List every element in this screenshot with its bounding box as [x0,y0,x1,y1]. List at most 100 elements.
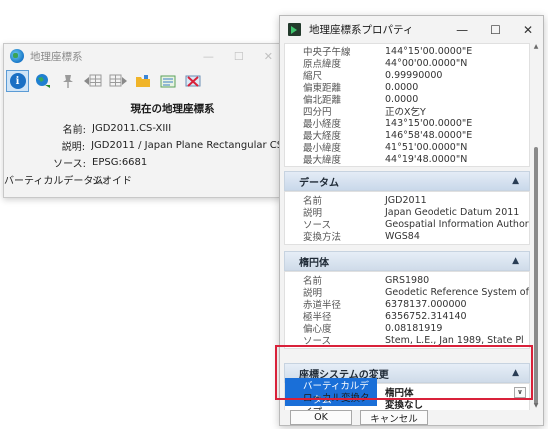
property-row[interactable]: 最大緯度 44°19'48.0000"N [285,153,529,166]
section-title: 楕円体 [299,257,329,269]
property-label: 説明 [303,208,323,218]
close-button[interactable]: ✕ [523,23,533,37]
vertical-scrollbar[interactable]: ▲ ▼ [532,43,540,410]
field-row-description: 説明: JGD2011 / Japan Plane Rectangular CS [4,137,281,154]
property-row[interactable]: 最小経度 143°15'00.0000"E [285,117,529,130]
property-label: ソース [303,336,332,346]
property-row[interactable]: 中央子午線 144°15'00.0000"E [285,45,529,58]
pin-button[interactable] [56,70,79,92]
property-value: WGS84 [385,230,420,242]
grid-right-button[interactable] [106,70,129,92]
grid-left-button[interactable] [81,70,104,92]
open-folder-icon [135,75,150,87]
property-row[interactable]: 説明 Geodetic Reference System of [285,286,529,299]
property-row[interactable]: 偏東距離 0.0000 [285,81,529,94]
property-row[interactable]: 偏心度 0.08181919 [285,322,529,335]
chevron-down-icon[interactable]: ∨ [514,386,526,398]
properties-panel: 中央子午線 144°15'00.0000"E 原点緯度 44°00'00.0000"… [284,43,530,410]
property-row[interactable]: 極半径 6356752.314140 [285,310,529,323]
right-window-titlebar[interactable]: 地理座標系プロパティ — ☐ ✕ [280,16,543,43]
property-row[interactable]: 説明 Japan Geodetic Datum 2011 [285,206,529,219]
property-label: 偏北距離 [303,95,342,105]
pin-icon [62,75,73,88]
app-icon [288,23,301,36]
close-button[interactable]: ✕ [264,50,273,63]
collapse-caret-icon[interactable]: ▲ [512,176,519,186]
list-button[interactable] [156,70,179,92]
property-value: 0.0000 [385,81,419,93]
property-row[interactable]: 偏北距離 0.0000 [285,93,529,106]
property-value: Geodetic Reference System of [385,286,529,298]
property-row[interactable]: 赤道半径 6378137.000000 [285,298,529,311]
property-row[interactable]: ソース Stem, L.E., Jan 1989, State Pl [285,334,529,347]
cancel-button[interactable]: キャンセル [360,410,428,425]
property-label: 最小経度 [303,119,342,129]
property-value: Geospatial Information Author [385,218,529,230]
property-value: 143°15'00.0000"E [385,117,473,129]
property-value: JGD2011 [385,194,427,206]
property-value: 0.0000 [385,93,419,105]
ok-button[interactable]: OK [290,410,352,425]
minimize-button[interactable]: — [203,50,214,63]
field-row-source: ソース: EPSG:6681 [4,154,281,171]
property-value: Stem, L.E., Jan 1989, State Pl [385,334,524,346]
property-label: 中央子午線 [303,47,351,57]
property-row[interactable]: 最小緯度 41°51'00.0000"N [285,141,529,154]
section-title: データム [299,177,339,189]
property-label: 変換方法 [303,232,342,242]
property-label: ローカル変換タイプ [303,393,370,410]
globe-refresh-icon [35,74,50,88]
property-row[interactable]: 縮尺 0.99990000 [285,69,529,82]
scroll-down-icon[interactable]: ▼ [532,402,540,410]
left-toolbar: i [4,68,281,94]
left-window-titlebar[interactable]: 地理座標系 — ☐ ✕ [4,44,281,68]
property-value: 144°15'00.0000"E [385,45,473,57]
datum-properties: 名前 JGD2011 説明 Japan Geodetic Datum 2011 ソー… [284,191,530,245]
field-value: JGD2011.CS-XIII [92,123,172,134]
property-row[interactable]: 最大経度 146°58'48.0000"E [285,129,529,142]
property-label: 四分円 [303,107,332,117]
globe-refresh-button[interactable] [31,70,54,92]
open-folder-button[interactable] [131,70,154,92]
property-row[interactable]: 四分円 正のX乞Y [285,105,529,117]
property-label: ソース [303,220,332,230]
info-button[interactable]: i [6,70,29,92]
property-label: 最小緯度 [303,143,342,153]
property-label: 原点緯度 [303,59,342,69]
property-row[interactable]: 原点緯度 44°00'00.0000"N [285,57,529,70]
maximize-button[interactable]: ☐ [234,50,244,63]
property-label: 最大緯度 [303,155,342,165]
property-row[interactable]: 名前 GRS1980 [285,274,529,287]
property-row[interactable]: 名前 JGD2011 [285,194,529,207]
collapse-caret-icon[interactable]: ▲ [512,368,519,378]
field-row-name: 名前: JGD2011.CS-XIII [4,120,281,137]
property-value: 0.08181919 [385,322,443,334]
property-row[interactable]: ソース Geospatial Information Author [285,218,529,231]
collapse-caret-icon[interactable]: ▲ [512,256,519,266]
property-label: 赤道半径 [303,300,342,310]
grid-left-icon [83,74,101,87]
minimize-button[interactable]: — [456,23,468,37]
property-label: 最大経度 [303,131,342,141]
left-window-title: 地理座標系 [30,50,83,63]
ellipsoid-section-header[interactable]: 楕円体 ▲ [284,251,530,271]
property-row[interactable]: 変換方法 WGS84 [285,230,529,243]
right-window-title: 地理座標系プロパティ [309,24,414,36]
property-value: Japan Geodetic Datum 2011 [385,206,520,218]
ellipsoid-properties: 名前 GRS1980 説明 Geodetic Reference System of… [284,271,530,349]
remove-button[interactable] [181,70,204,92]
info-icon: i [9,73,26,89]
scroll-up-icon[interactable]: ▲ [532,43,540,51]
property-value: 146°58'48.0000"E [385,129,473,141]
property-label: 縮尺 [303,71,323,81]
scrollbar-thumb[interactable] [534,147,538,405]
local-transform-row[interactable]: ローカル変換タイプ 変換なし [285,393,529,410]
field-label: 名前: [62,125,86,136]
property-label: 名前 [303,276,323,286]
globe-icon [10,49,24,63]
field-label: ソース: [53,159,86,170]
field-value: EPSG:6681 [92,157,148,168]
maximize-button[interactable]: ☐ [490,23,501,37]
property-value: GRS1980 [385,274,430,286]
datum-section-header[interactable]: データム ▲ [284,171,530,191]
